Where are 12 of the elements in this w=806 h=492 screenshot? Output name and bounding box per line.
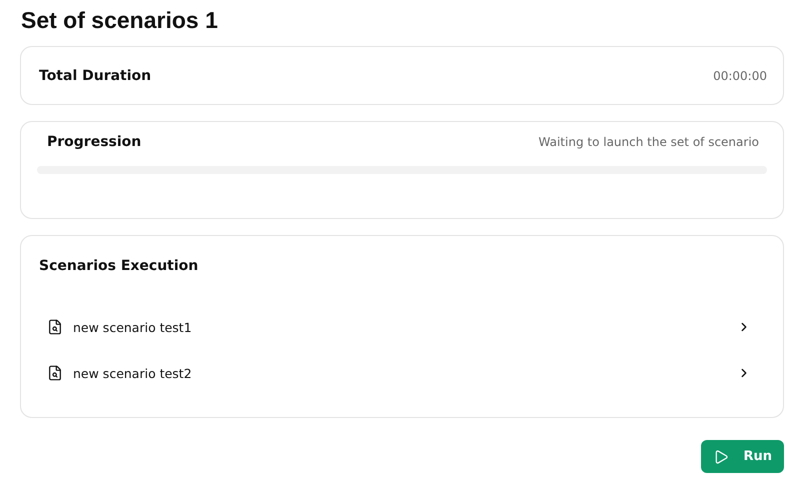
page-title: Set of scenarios 1 <box>21 6 219 35</box>
run-button[interactable]: Run <box>701 440 784 473</box>
scenario-name[interactable]: new scenario test1 <box>73 320 737 334</box>
file-search-icon <box>47 365 63 381</box>
status-text: Waiting to launch the set of scenario <box>538 135 759 149</box>
card-title: Progression <box>47 134 142 150</box>
scenario-name[interactable]: new scenario test2 <box>73 366 737 380</box>
card-title: Scenarios Execution <box>39 258 200 274</box>
duration-value: 00:00:00 <box>713 68 767 82</box>
play-icon <box>713 448 730 464</box>
card-title: Total Duration <box>39 68 152 84</box>
file-search-icon <box>47 319 63 335</box>
